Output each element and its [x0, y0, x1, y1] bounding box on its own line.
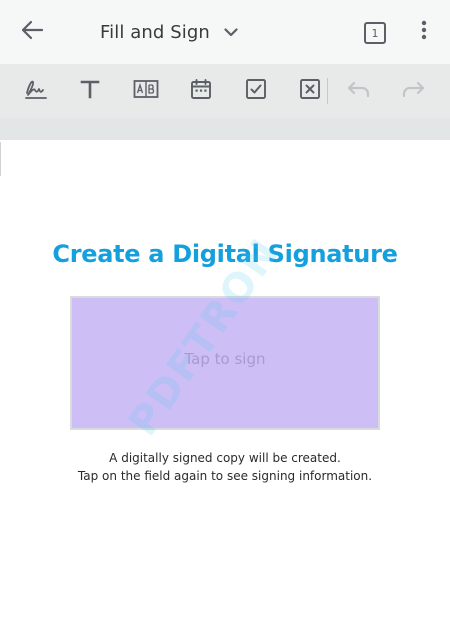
text-icon — [80, 79, 100, 103]
date-tool[interactable] — [182, 72, 220, 110]
app-bar: Fill and Sign 1 — [0, 0, 450, 64]
toolbar-divider — [327, 78, 328, 104]
cross-box-icon — [299, 78, 321, 104]
document-heading: Create a Digital Signature — [52, 240, 398, 268]
page-count-button[interactable]: 1 — [362, 20, 388, 46]
back-arrow-icon — [20, 20, 44, 44]
signature-field-placeholder: Tap to sign — [184, 350, 266, 368]
chevron-down-icon — [224, 27, 238, 37]
info-text-line-1: A digitally signed copy will be created. — [109, 451, 341, 465]
fill-sign-toolbar — [0, 64, 450, 118]
comb-text-icon — [133, 79, 159, 103]
title-dropdown[interactable]: Fill and Sign — [100, 14, 238, 50]
page-edge — [0, 142, 1, 176]
more-options-button[interactable] — [410, 16, 438, 48]
checkmark-tool[interactable] — [237, 72, 275, 110]
page-count-value: 1 — [371, 26, 379, 40]
signature-icon — [23, 77, 49, 105]
signature-field[interactable]: Tap to sign — [70, 296, 380, 430]
calendar-icon — [190, 78, 212, 104]
more-vertical-icon — [421, 20, 427, 44]
page-title: Fill and Sign — [100, 21, 210, 43]
undo-icon — [346, 79, 372, 103]
text-tool[interactable] — [71, 72, 109, 110]
signature-tool[interactable] — [17, 72, 55, 110]
comb-text-tool[interactable] — [127, 72, 165, 110]
back-button[interactable] — [10, 12, 54, 52]
redo-tool[interactable] — [394, 72, 432, 110]
undo-tool[interactable] — [340, 72, 378, 110]
cross-tool[interactable] — [291, 72, 329, 110]
document-top-gutter — [0, 118, 450, 140]
checkbox-icon — [245, 78, 267, 104]
info-text-line-2: Tap on the field again to see signing in… — [77, 469, 373, 483]
redo-icon — [400, 79, 426, 103]
page-count-badge: 1 — [364, 22, 386, 44]
